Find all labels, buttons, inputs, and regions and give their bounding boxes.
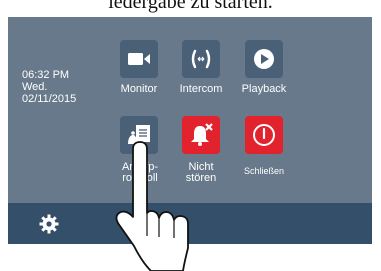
shutdown-button[interactable] [245,116,283,154]
playback-button[interactable] [245,40,283,78]
play-icon [254,49,274,69]
video-camera-icon [128,53,150,65]
clock-display: 06:32 PM Wed. 02/11/2015 [22,69,76,105]
clock-time: 06:32 PM [22,69,70,81]
power-icon [253,124,275,146]
monitor-button[interactable] [120,40,158,78]
shutdown-label: Schließen [243,166,285,176]
clock-day: Wed. [22,81,48,93]
intercom-button[interactable] [182,40,220,78]
intercom-icon [191,49,211,69]
instruction-caption: iedergabe zu starten. [108,0,273,13]
clock-date: 02/11/2015 [22,93,77,105]
gear-icon[interactable] [39,214,59,234]
intercom-label: Intercom [179,83,223,95]
playback-label: Playback [241,83,287,95]
pointing-hand-icon [115,141,189,271]
monitor-label: Monitor [120,83,158,95]
